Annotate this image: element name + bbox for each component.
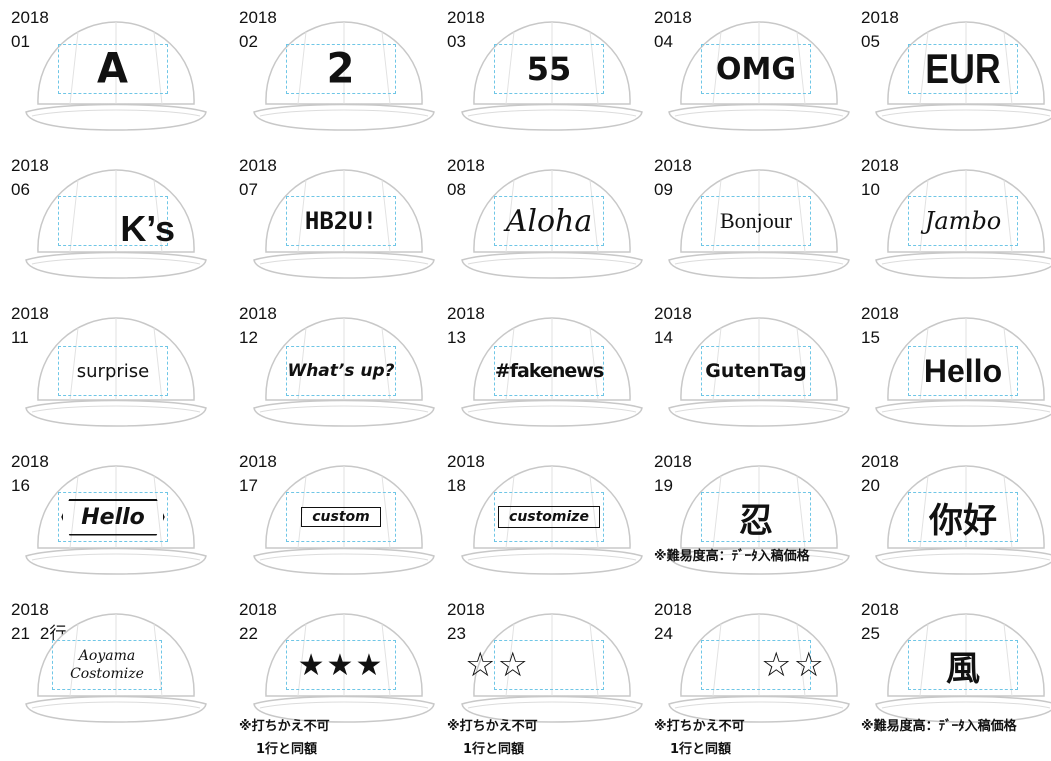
design-text: 風 <box>946 648 980 689</box>
print-area: What’s up? <box>286 346 396 396</box>
print-area: 你好 <box>908 492 1018 542</box>
note-same-price: 1行と同額 <box>256 742 318 757</box>
print-area: 風 <box>908 640 1018 690</box>
design-card-20[interactable]: 2018 20 你好 <box>850 444 1051 592</box>
design-text: HB2U! <box>304 207 378 235</box>
design-frame: custom <box>287 493 395 541</box>
star-icons: ☆☆ <box>761 645 826 685</box>
print-area: ☆☆ <box>701 640 824 690</box>
design-line-1: Aoyama <box>78 648 136 664</box>
design-card-05[interactable]: 2018 05 EUR <box>850 0 1051 148</box>
design-frame: Hello <box>59 493 167 541</box>
note-no-retype: ※打ちかえ不可 <box>239 719 330 734</box>
design-text: 忍 <box>739 500 773 541</box>
print-area: Jambo <box>908 196 1018 246</box>
print-area: OMG <box>701 44 811 94</box>
design-text: Hello <box>61 498 165 536</box>
design-text: 2 <box>326 44 356 94</box>
design-text: custom <box>301 507 381 527</box>
note-no-retype: ※打ちかえ不可 <box>447 719 538 734</box>
design-text: OMG <box>716 51 796 87</box>
design-text: Bonjour <box>719 208 793 233</box>
design-card-12[interactable]: 2018 12 What’s up? <box>228 296 435 444</box>
design-text: A <box>97 44 129 94</box>
print-area: ☆☆ <box>465 640 604 690</box>
design-card-09[interactable]: 2018 09 Bonjour <box>643 148 850 296</box>
design-text: GutenTag <box>705 360 807 382</box>
print-area: surprise <box>58 346 168 396</box>
print-area: K’s <box>58 196 175 249</box>
design-text: 55 <box>526 50 572 88</box>
print-area: 55 <box>494 44 604 94</box>
cap-design-grid: 2018 01 A 2018 02 2 2018 03 55 2018 04 OMG 2… <box>0 0 1051 761</box>
design-card-01[interactable]: 2018 01 A <box>0 0 207 148</box>
print-area: EUR <box>908 44 1018 94</box>
design-card-03[interactable]: 2018 03 55 <box>436 0 643 148</box>
design-card-10[interactable]: 2018 10 Jambo <box>850 148 1051 296</box>
print-area: Aloha <box>494 196 604 246</box>
design-card-23[interactable]: 2018 23 ☆☆ ※打ちかえ不可 <box>436 592 643 740</box>
design-text: customize <box>498 506 600 528</box>
design-card-21[interactable]: 2018 21 2行 Aoyama Costomize <box>0 592 207 740</box>
design-card-18[interactable]: 2018 18 customize <box>436 444 643 592</box>
print-area: customize <box>494 492 604 542</box>
print-area: Aoyama Costomize <box>52 640 162 690</box>
design-card-04[interactable]: 2018 04 OMG <box>643 0 850 148</box>
print-area: custom <box>286 492 396 542</box>
note-same-price: 1行と同額 <box>463 742 525 757</box>
print-area: Bonjour <box>701 196 811 246</box>
design-text: surprise <box>76 360 150 382</box>
print-area: A <box>58 44 168 94</box>
print-area: ★★★ <box>286 640 396 690</box>
design-card-02[interactable]: 2018 02 2 <box>228 0 435 148</box>
note-difficulty: ※難易度高：ﾃﾞｰﾀ入稿価格 <box>654 549 810 564</box>
design-text: EUR <box>925 45 1001 92</box>
note-no-retype: ※打ちかえ不可 <box>654 719 745 734</box>
print-area: #fakenews <box>494 346 604 396</box>
design-card-08[interactable]: 2018 08 Aloha <box>436 148 643 296</box>
design-card-15[interactable]: 2018 15 Hello <box>850 296 1051 444</box>
print-area: Hello <box>908 346 1018 396</box>
print-area: 忍 <box>701 492 811 542</box>
star-icons: ☆☆ <box>465 645 530 685</box>
design-card-17[interactable]: 2018 17 custom <box>228 444 435 592</box>
design-line-2: Costomize <box>70 666 144 682</box>
print-area: Hello <box>58 492 168 542</box>
design-text: K’s <box>120 208 175 249</box>
design-text: Hello <box>923 352 1003 389</box>
design-card-11[interactable]: 2018 11 surprise <box>0 296 207 444</box>
design-text: What’s up? <box>287 361 395 381</box>
design-text: Jambo <box>924 207 1002 235</box>
print-area: 2 <box>286 44 396 94</box>
star-icons: ★★★ <box>297 647 385 683</box>
design-card-16[interactable]: 2018 16 Hello <box>0 444 207 592</box>
design-text: 你好 <box>929 500 997 541</box>
design-card-14[interactable]: 2018 14 GutenTag <box>643 296 850 444</box>
design-text: Aloha <box>505 203 593 239</box>
note-same-price: 1行と同額 <box>670 742 732 757</box>
design-card-06[interactable]: 2018 06 K’s <box>0 148 207 296</box>
design-card-19[interactable]: 2018 19 忍 ※難易度高：ﾃﾞｰﾀ入稿価格 <box>643 444 850 592</box>
design-text: #fakenews <box>494 360 604 382</box>
design-card-13[interactable]: 2018 13 #fakenews <box>436 296 643 444</box>
design-text: Aoyama Costomize <box>53 641 161 689</box>
design-card-07[interactable]: 2018 07 HB2U! <box>228 148 435 296</box>
note-difficulty: ※難易度高：ﾃﾞｰﾀ入稿価格 <box>861 719 1017 734</box>
print-area: GutenTag <box>701 346 811 396</box>
design-card-25[interactable]: 2018 25 風 ※難易度高：ﾃﾞｰﾀ入稿価格 <box>850 592 1051 740</box>
print-area: HB2U! <box>286 196 396 246</box>
design-frame: customize <box>495 493 603 541</box>
design-card-24[interactable]: 2018 24 ☆☆ ※打ちかえ不可 <box>643 592 850 740</box>
design-card-22[interactable]: 2018 22 ★★★ ※打ちかえ不可 <box>228 592 435 740</box>
